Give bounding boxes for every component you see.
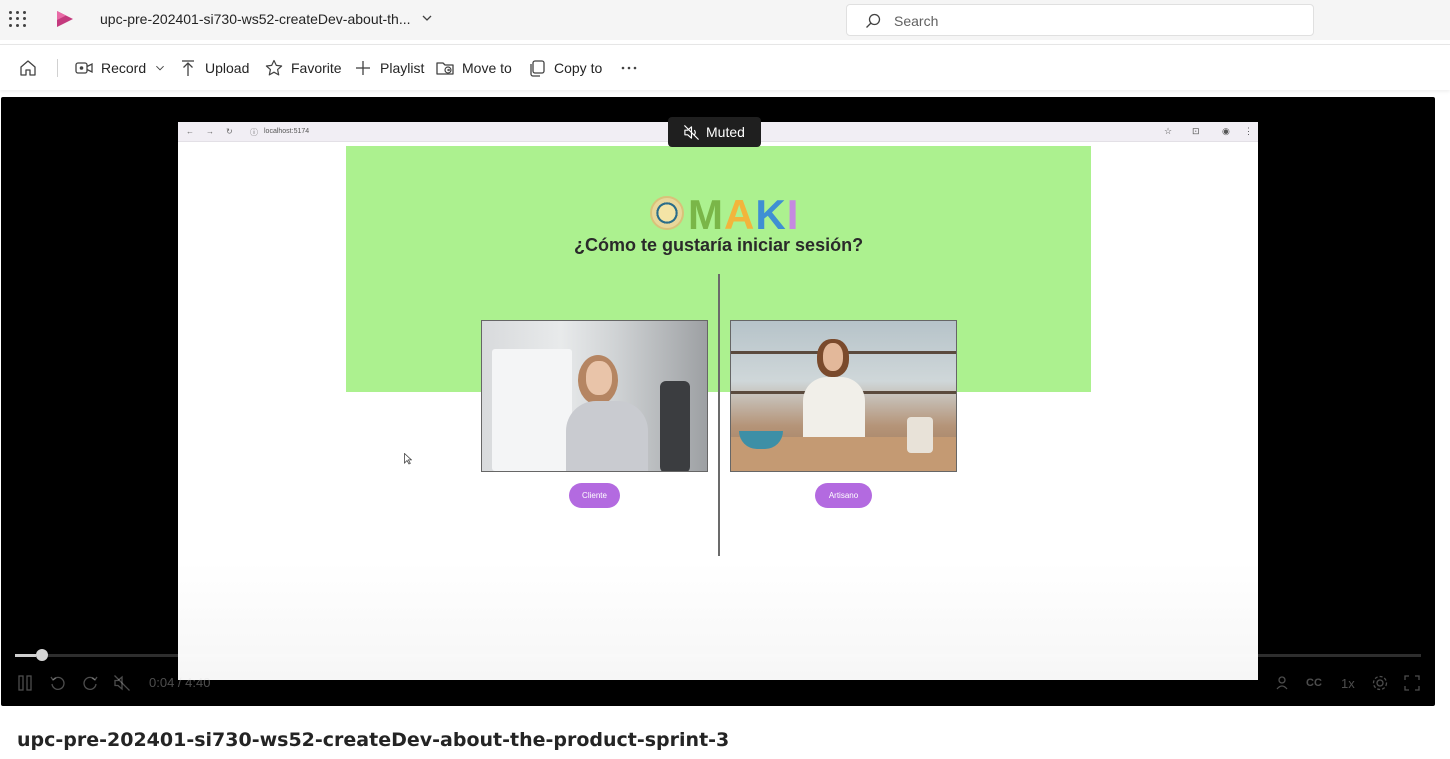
speaker-muted-icon: [684, 124, 699, 140]
back-icon: ←: [186, 127, 194, 136]
logo-letter: A: [724, 191, 756, 238]
record-icon: [75, 62, 93, 74]
stream-logo-icon[interactable]: [54, 9, 76, 29]
record-button[interactable]: Record: [74, 56, 166, 80]
forward-button[interactable]: [81, 674, 99, 692]
muted-badge[interactable]: Muted: [668, 117, 761, 147]
more-icon: [621, 66, 637, 70]
extensions-icon: ⊡: [1192, 126, 1200, 136]
chevron-down-icon: [156, 65, 165, 71]
logo-letter: K: [755, 191, 787, 238]
toolbar-divider: [57, 59, 58, 77]
artisan-photo: [730, 320, 957, 472]
search-placeholder: Search: [894, 13, 939, 29]
progress-bar[interactable]: [15, 649, 1421, 661]
copy-to-label: Copy to: [554, 60, 603, 76]
home-button[interactable]: [18, 56, 45, 80]
site-info-icon: ⓘ: [250, 128, 258, 137]
browser-menu-icon: ⋮: [1244, 126, 1253, 136]
document-title[interactable]: upc-pre-202401-si730-ws52-createDev-abou…: [100, 11, 411, 27]
move-to-label: Move to: [462, 60, 512, 76]
search-input[interactable]: Search: [846, 4, 1314, 36]
people-icon: [1276, 676, 1288, 690]
video-player[interactable]: ← → ↻ ⓘ localhost:5174 ☆ ⊡ ◉ ⋮ MAKI ¿Cóm…: [1, 97, 1435, 706]
command-bar: Record Upload Favorite Playlist Move to: [0, 44, 1450, 90]
maki-logo-text: MAKI: [688, 191, 799, 239]
login-question: ¿Cómo te gustaría iniciar sesión?: [574, 235, 864, 255]
progress-thumb[interactable]: [36, 649, 49, 661]
mouse-cursor-icon: [404, 453, 412, 465]
app-launcher-icon[interactable]: [7, 9, 27, 29]
maki-logo-icon: [650, 196, 684, 230]
home-icon: [20, 60, 36, 76]
volume-muted-icon: [114, 675, 130, 691]
favorite-button[interactable]: Favorite: [264, 56, 342, 80]
fullscreen-icon: [1404, 675, 1420, 691]
captions-button[interactable]: CC: [1306, 674, 1322, 692]
move-to-button[interactable]: Move to: [435, 56, 512, 80]
upload-button[interactable]: Upload: [178, 56, 249, 80]
playlist-label: Playlist: [380, 60, 425, 76]
star-icon: [265, 59, 283, 76]
copy-icon: [530, 60, 545, 77]
fullscreen-button[interactable]: [1403, 674, 1421, 692]
upload-label: Upload: [205, 60, 250, 76]
upload-icon: [182, 60, 194, 76]
favorite-label: Favorite: [291, 60, 342, 76]
rewind-button[interactable]: [49, 674, 67, 692]
forward-icon: →: [206, 127, 214, 136]
artisan-button[interactable]: Artisano: [815, 483, 872, 508]
bookmark-icon: ☆: [1164, 126, 1173, 136]
gear-icon: [1372, 675, 1388, 691]
search-icon: [866, 13, 881, 28]
client-photo: [481, 320, 708, 472]
forward-10-icon: [83, 676, 98, 690]
video-title: upc-pre-202401-si730-ws52-createDev-abou…: [17, 729, 730, 751]
muted-label: Muted: [706, 124, 745, 140]
more-button[interactable]: [619, 56, 646, 80]
logo-letter: I: [786, 191, 800, 238]
progress-fill: [15, 654, 37, 657]
plus-icon: [356, 61, 370, 75]
playlist-button[interactable]: Playlist: [353, 56, 424, 80]
client-button[interactable]: Cliente: [569, 483, 620, 508]
rewind-10-icon: [50, 676, 65, 690]
transcript-button[interactable]: [1275, 674, 1293, 692]
copy-to-button[interactable]: Copy to: [527, 56, 602, 80]
playback-speed-button[interactable]: 1x: [1341, 674, 1355, 692]
folder-move-icon: [436, 62, 454, 75]
logo-letter: M: [688, 191, 724, 238]
settings-button[interactable]: [1371, 674, 1389, 692]
pause-button[interactable]: [16, 674, 34, 692]
chevron-down-icon[interactable]: [421, 12, 433, 24]
video-frame: ← → ↻ ⓘ localhost:5174 ☆ ⊡ ◉ ⋮ MAKI ¿Cóm…: [178, 122, 1258, 680]
page-footer-area: [178, 562, 1258, 680]
top-header: upc-pre-202401-si730-ws52-createDev-abou…: [0, 0, 1450, 40]
time-display: 0:04 / 4:40: [149, 675, 211, 690]
volume-button[interactable]: [113, 674, 131, 692]
record-label: Record: [101, 60, 147, 76]
reload-icon: ↻: [226, 127, 233, 136]
center-divider: [718, 274, 720, 556]
pause-icon: [18, 675, 32, 691]
browser-url: localhost:5174: [264, 128, 310, 135]
profile-icon: ◉: [1222, 126, 1230, 136]
